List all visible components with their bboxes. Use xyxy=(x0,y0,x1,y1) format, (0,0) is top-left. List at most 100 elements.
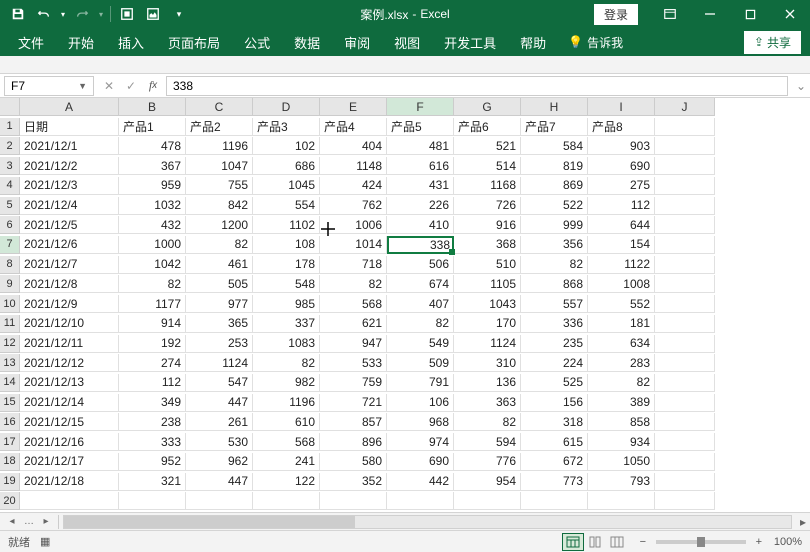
tell-me[interactable]: 💡 告诉我 xyxy=(560,34,631,51)
cell[interactable]: 241 xyxy=(253,453,320,471)
row-header[interactable]: 2 xyxy=(0,137,20,155)
cell[interactable]: 762 xyxy=(320,197,387,215)
cell[interactable]: 1177 xyxy=(119,295,186,313)
cell[interactable]: 584 xyxy=(521,137,588,155)
tab-review[interactable]: 审阅 xyxy=(334,29,380,56)
cell[interactable]: 136 xyxy=(454,374,521,392)
name-box[interactable]: F7 ▼ xyxy=(4,76,94,96)
cell[interactable]: 424 xyxy=(320,177,387,195)
zoom-level[interactable]: 100% xyxy=(774,536,802,548)
maximize-button[interactable] xyxy=(730,0,770,28)
expand-formula-bar[interactable]: ⌄ xyxy=(792,79,810,93)
cell[interactable]: 1122 xyxy=(588,256,655,274)
cell[interactable] xyxy=(387,492,454,510)
cell[interactable]: 2021/12/13 xyxy=(20,374,119,392)
cell[interactable] xyxy=(655,197,715,215)
cell[interactable]: 156 xyxy=(521,394,588,412)
cell[interactable]: 672 xyxy=(521,453,588,471)
cell[interactable]: 510 xyxy=(454,256,521,274)
cell[interactable]: 533 xyxy=(320,354,387,372)
cell[interactable]: 1148 xyxy=(320,157,387,175)
qat-button-2[interactable] xyxy=(141,3,165,25)
qat-button-1[interactable] xyxy=(115,3,139,25)
cell[interactable]: 1124 xyxy=(186,354,253,372)
hscroll-right[interactable]: ▸ xyxy=(796,515,810,529)
tab-help[interactable]: 帮助 xyxy=(510,29,556,56)
cell[interactable]: 2021/12/18 xyxy=(20,473,119,491)
row-header[interactable]: 8 xyxy=(0,256,20,274)
cell[interactable]: 2021/12/15 xyxy=(20,413,119,431)
cell[interactable] xyxy=(655,256,715,274)
row-header[interactable]: 7 xyxy=(0,236,20,254)
macro-record-icon[interactable]: ▦ xyxy=(40,535,50,548)
cell[interactable] xyxy=(655,492,715,510)
cell[interactable]: 82 xyxy=(253,354,320,372)
enter-formula-button[interactable]: ✓ xyxy=(120,75,142,97)
cell[interactable]: 432 xyxy=(119,216,186,234)
cell[interactable] xyxy=(655,335,715,353)
cell[interactable] xyxy=(655,295,715,313)
cell[interactable]: 674 xyxy=(387,275,454,293)
cell[interactable]: 178 xyxy=(253,256,320,274)
cell[interactable]: 594 xyxy=(454,433,521,451)
cell[interactable]: 773 xyxy=(521,473,588,491)
cell[interactable]: 261 xyxy=(186,413,253,431)
col-header[interactable]: J xyxy=(655,98,715,116)
cell[interactable]: 858 xyxy=(588,413,655,431)
cell[interactable]: 568 xyxy=(253,433,320,451)
cell[interactable]: 2021/12/12 xyxy=(20,354,119,372)
undo-dropdown[interactable]: ▾ xyxy=(58,3,68,25)
cell[interactable]: 982 xyxy=(253,374,320,392)
cell[interactable]: 181 xyxy=(588,315,655,333)
cell[interactable]: 产品6 xyxy=(454,118,521,136)
cell[interactable]: 日期 xyxy=(20,118,119,136)
cell[interactable] xyxy=(655,236,715,254)
col-header[interactable]: H xyxy=(521,98,588,116)
cell[interactable]: 934 xyxy=(588,433,655,451)
row-header[interactable]: 19 xyxy=(0,473,20,491)
col-header[interactable]: F xyxy=(387,98,454,116)
cell[interactable]: 1008 xyxy=(588,275,655,293)
cell[interactable]: 274 xyxy=(119,354,186,372)
cell[interactable]: 2021/12/16 xyxy=(20,433,119,451)
cell[interactable] xyxy=(655,473,715,491)
tab-dev[interactable]: 开发工具 xyxy=(434,29,506,56)
cell[interactable]: 903 xyxy=(588,137,655,155)
cell[interactable]: 333 xyxy=(119,433,186,451)
cell[interactable] xyxy=(655,413,715,431)
cell[interactable]: 842 xyxy=(186,197,253,215)
cell[interactable]: 2021/12/6 xyxy=(20,236,119,254)
cell[interactable]: 82 xyxy=(387,315,454,333)
cell[interactable]: 82 xyxy=(119,275,186,293)
cell[interactable]: 442 xyxy=(387,473,454,491)
view-normal-button[interactable] xyxy=(562,533,584,551)
cell[interactable]: 112 xyxy=(119,374,186,392)
cell[interactable]: 962 xyxy=(186,453,253,471)
cell[interactable]: 1014 xyxy=(320,236,387,254)
close-button[interactable] xyxy=(770,0,810,28)
row-header[interactable]: 17 xyxy=(0,433,20,451)
cell[interactable]: 1047 xyxy=(186,157,253,175)
cell[interactable]: 349 xyxy=(119,394,186,412)
sheet-nav-next[interactable]: ▸ xyxy=(38,515,54,529)
cell[interactable]: 431 xyxy=(387,177,454,195)
col-header[interactable]: C xyxy=(186,98,253,116)
row-header[interactable]: 9 xyxy=(0,275,20,293)
select-all-button[interactable] xyxy=(0,98,20,116)
cell[interactable]: 759 xyxy=(320,374,387,392)
cell[interactable]: 1042 xyxy=(119,256,186,274)
cell[interactable]: 690 xyxy=(387,453,454,471)
row-header[interactable]: 6 xyxy=(0,216,20,234)
cell[interactable] xyxy=(655,315,715,333)
cell[interactable]: 275 xyxy=(588,177,655,195)
cell[interactable]: 106 xyxy=(387,394,454,412)
cell[interactable]: 2021/12/8 xyxy=(20,275,119,293)
cell[interactable]: 224 xyxy=(521,354,588,372)
cell[interactable]: 868 xyxy=(521,275,588,293)
cell[interactable]: 82 xyxy=(588,374,655,392)
tab-layout[interactable]: 页面布局 xyxy=(158,29,230,56)
col-header[interactable]: G xyxy=(454,98,521,116)
view-page-layout-button[interactable] xyxy=(584,533,606,551)
cell[interactable] xyxy=(655,216,715,234)
cell[interactable]: 916 xyxy=(454,216,521,234)
